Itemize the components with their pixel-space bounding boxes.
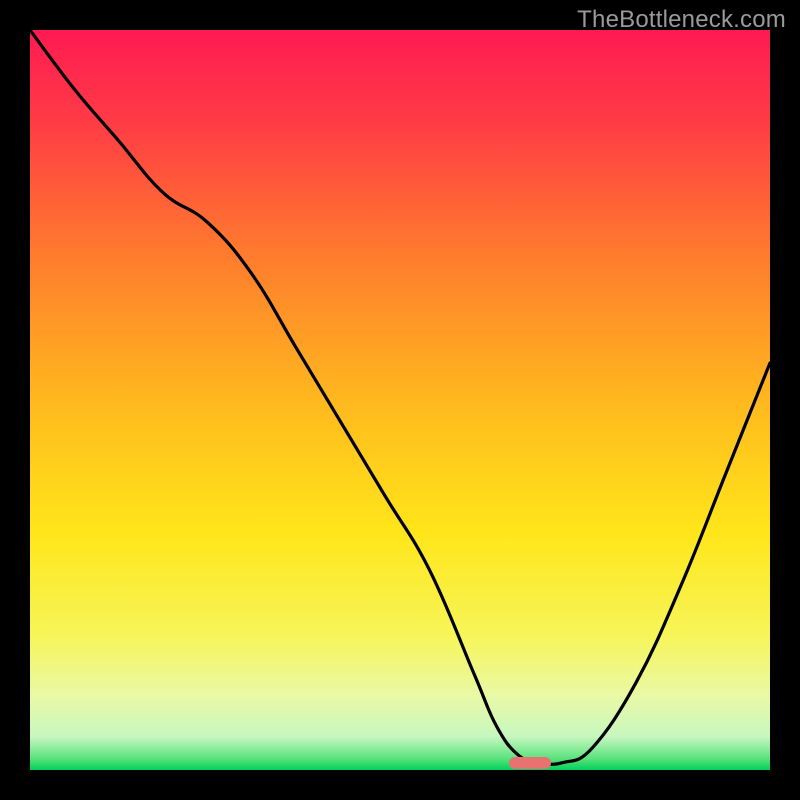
bottleneck-curve	[30, 30, 770, 770]
plot-area	[30, 30, 770, 770]
chart-container: TheBottleneck.com	[0, 0, 800, 800]
optimum-marker	[509, 757, 551, 769]
watermark-text: TheBottleneck.com	[577, 6, 786, 34]
